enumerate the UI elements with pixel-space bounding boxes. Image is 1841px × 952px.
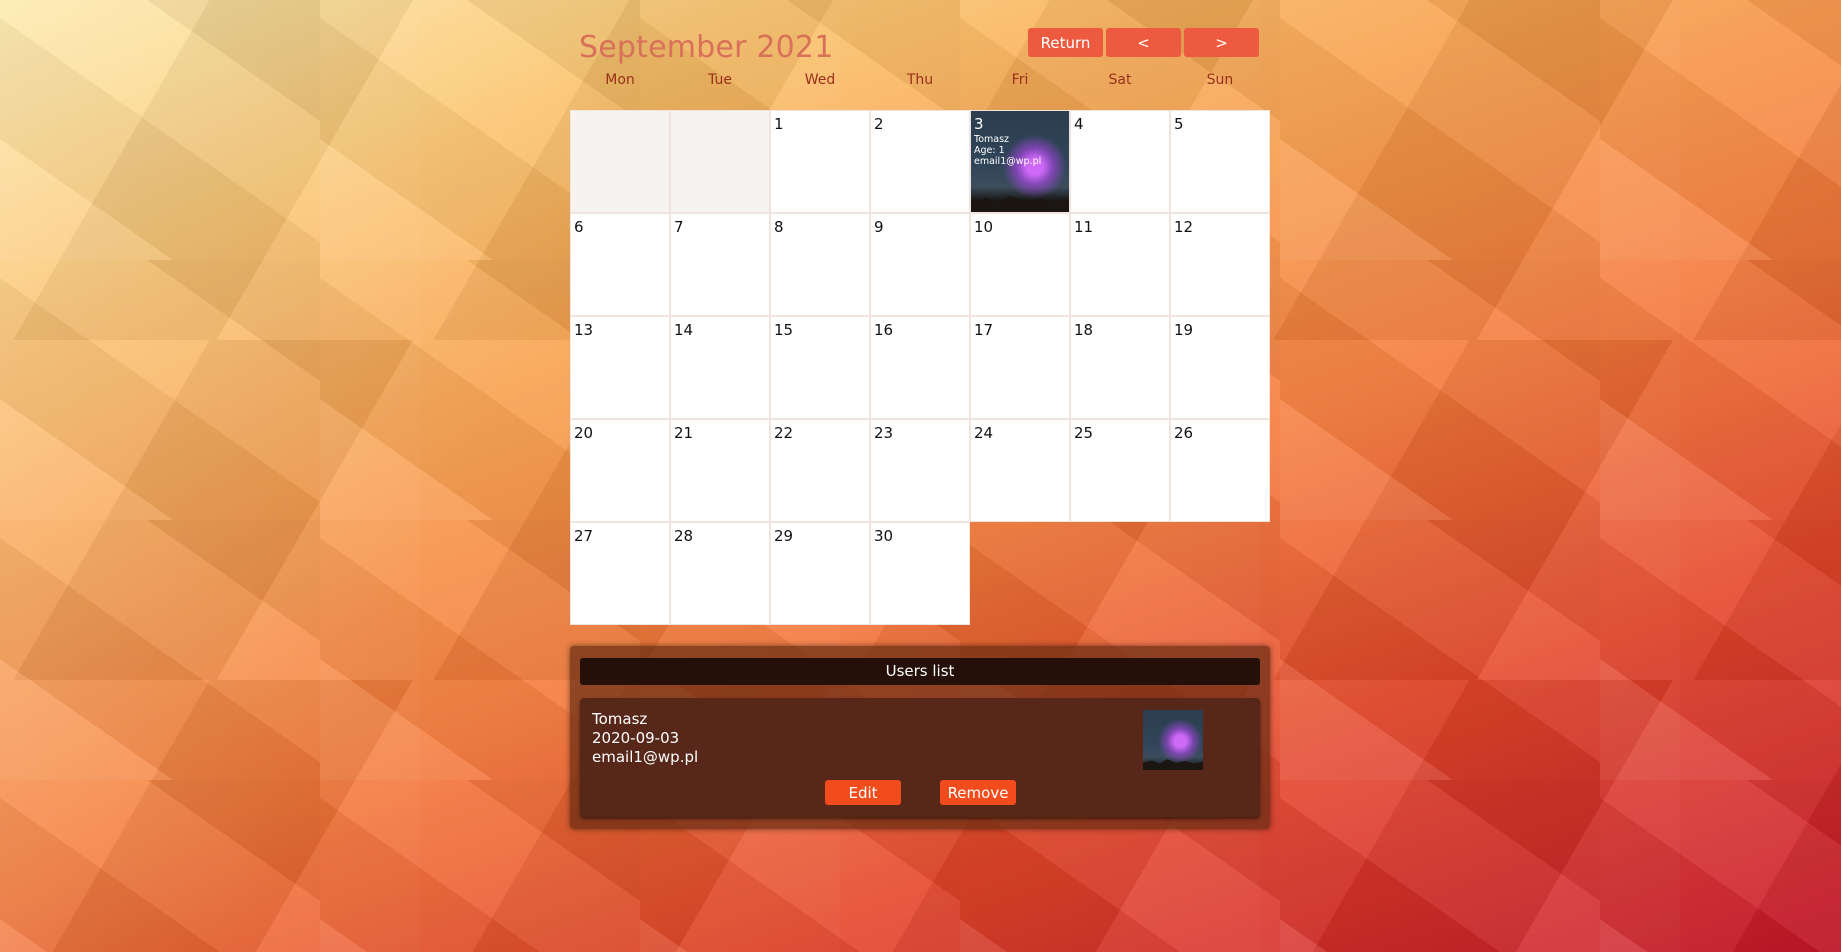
day-number: 15	[774, 321, 794, 339]
day-cell[interactable]: 5	[1170, 110, 1270, 213]
day-number: 17	[974, 321, 994, 339]
event-info: Tomasz Age: 1 email1@wp.pl	[974, 134, 1041, 167]
day-cell[interactable]: 21	[670, 419, 770, 522]
day-cell[interactable]: 12	[1170, 213, 1270, 316]
day-number: 30	[874, 527, 894, 545]
weekday-sat: Sat	[1108, 72, 1132, 88]
remove-user-button[interactable]: Remove	[940, 780, 1016, 805]
day-cell[interactable]: 17	[970, 316, 1070, 419]
weekday-header: Mon Tue Wed Thu Fri Sat Sun	[570, 72, 1270, 88]
day-number: 26	[1174, 424, 1194, 442]
day-number: 8	[774, 218, 784, 236]
day-cell[interactable]: 30	[870, 522, 970, 625]
day-cell[interactable]: 2	[870, 110, 970, 213]
day-cell[interactable]: 20	[570, 419, 670, 522]
day-cell[interactable]: 6	[570, 213, 670, 316]
user-name: Tomasz	[592, 710, 648, 728]
weekday-sun: Sun	[1206, 72, 1234, 88]
user-email: email1@wp.pl	[592, 748, 699, 766]
day-cell[interactable]: 11	[1070, 213, 1170, 316]
day-number: 20	[574, 424, 594, 442]
day-cell[interactable]: 19	[1170, 316, 1270, 419]
user-photo-thumbnail	[1143, 710, 1203, 770]
day-number: 24	[974, 424, 994, 442]
day-number: 18	[1074, 321, 1094, 339]
event-photo-hills	[971, 195, 1069, 212]
day-number: 12	[1174, 218, 1194, 236]
day-cell[interactable]: 28	[670, 522, 770, 625]
empty-day-cell	[570, 110, 670, 213]
day-number: 13	[574, 321, 594, 339]
thumbnail-hills	[1143, 759, 1203, 770]
day-cell[interactable]: 13	[570, 316, 670, 419]
month-title: September 2021	[579, 30, 834, 65]
edit-user-button[interactable]: Edit	[825, 780, 901, 805]
weekday-thu: Thu	[906, 72, 934, 88]
day-cell[interactable]: 25	[1070, 419, 1170, 522]
day-cell[interactable]: 10	[970, 213, 1070, 316]
day-number: 22	[774, 424, 794, 442]
day-cell[interactable]: 14	[670, 316, 770, 419]
event-user-name: Tomasz	[974, 134, 1010, 145]
day-number: 29	[774, 527, 794, 545]
day-cell[interactable]: 22	[770, 419, 870, 522]
return-button[interactable]: Return	[1028, 28, 1103, 57]
day-number: 23	[874, 424, 894, 442]
calendar-grid: 1 2 3 Tomasz Age: 1 email1@wp.pl 4 5 6 7…	[570, 110, 1270, 625]
event-user-age: Age: 1	[974, 145, 1005, 156]
user-card: Tomasz 2020-09-03 email1@wp.pl Edit Remo…	[580, 698, 1260, 817]
day-number: 7	[674, 218, 684, 236]
day-number: 3	[974, 115, 984, 133]
weekday-mon: Mon	[605, 72, 635, 88]
weekday-wed: Wed	[804, 72, 836, 88]
day-cell[interactable]: 29	[770, 522, 870, 625]
day-number: 21	[674, 424, 694, 442]
day-number: 16	[874, 321, 894, 339]
weekday-tue: Tue	[708, 72, 732, 88]
user-details: Tomasz 2020-09-03 email1@wp.pl	[592, 710, 698, 767]
day-number: 14	[674, 321, 694, 339]
empty-day-cell	[670, 110, 770, 213]
day-number: 28	[674, 527, 694, 545]
day-cell-with-event[interactable]: 3 Tomasz Age: 1 email1@wp.pl	[970, 110, 1070, 213]
event-user-email: email1@wp.pl	[974, 156, 1042, 167]
day-cell[interactable]: 7	[670, 213, 770, 316]
users-list-title: Users list	[580, 658, 1260, 685]
day-number: 25	[1074, 424, 1094, 442]
day-number: 9	[874, 218, 884, 236]
day-number: 2	[874, 115, 884, 133]
day-cell[interactable]: 16	[870, 316, 970, 419]
day-cell[interactable]: 24	[970, 419, 1070, 522]
day-number: 1	[774, 115, 784, 133]
day-cell[interactable]: 27	[570, 522, 670, 625]
day-cell[interactable]: 18	[1070, 316, 1170, 419]
user-date: 2020-09-03	[592, 729, 680, 747]
prev-month-button[interactable]: <	[1106, 28, 1181, 57]
day-number: 4	[1074, 115, 1084, 133]
day-number: 6	[574, 218, 584, 236]
day-number: 19	[1174, 321, 1194, 339]
day-number: 11	[1074, 218, 1094, 236]
day-cell[interactable]: 23	[870, 419, 970, 522]
users-list-panel: Users list Tomasz 2020-09-03 email1@wp.p…	[570, 646, 1270, 829]
calendar-nav: Return < >	[1028, 28, 1259, 57]
day-cell[interactable]: 8	[770, 213, 870, 316]
day-cell[interactable]: 26	[1170, 419, 1270, 522]
day-cell[interactable]: 4	[1070, 110, 1170, 213]
day-number: 10	[974, 218, 994, 236]
next-month-button[interactable]: >	[1184, 28, 1259, 57]
day-cell[interactable]: 1	[770, 110, 870, 213]
day-cell[interactable]: 9	[870, 213, 970, 316]
weekday-fri: Fri	[1011, 72, 1029, 88]
day-number: 5	[1174, 115, 1184, 133]
day-number: 27	[574, 527, 594, 545]
day-cell[interactable]: 15	[770, 316, 870, 419]
